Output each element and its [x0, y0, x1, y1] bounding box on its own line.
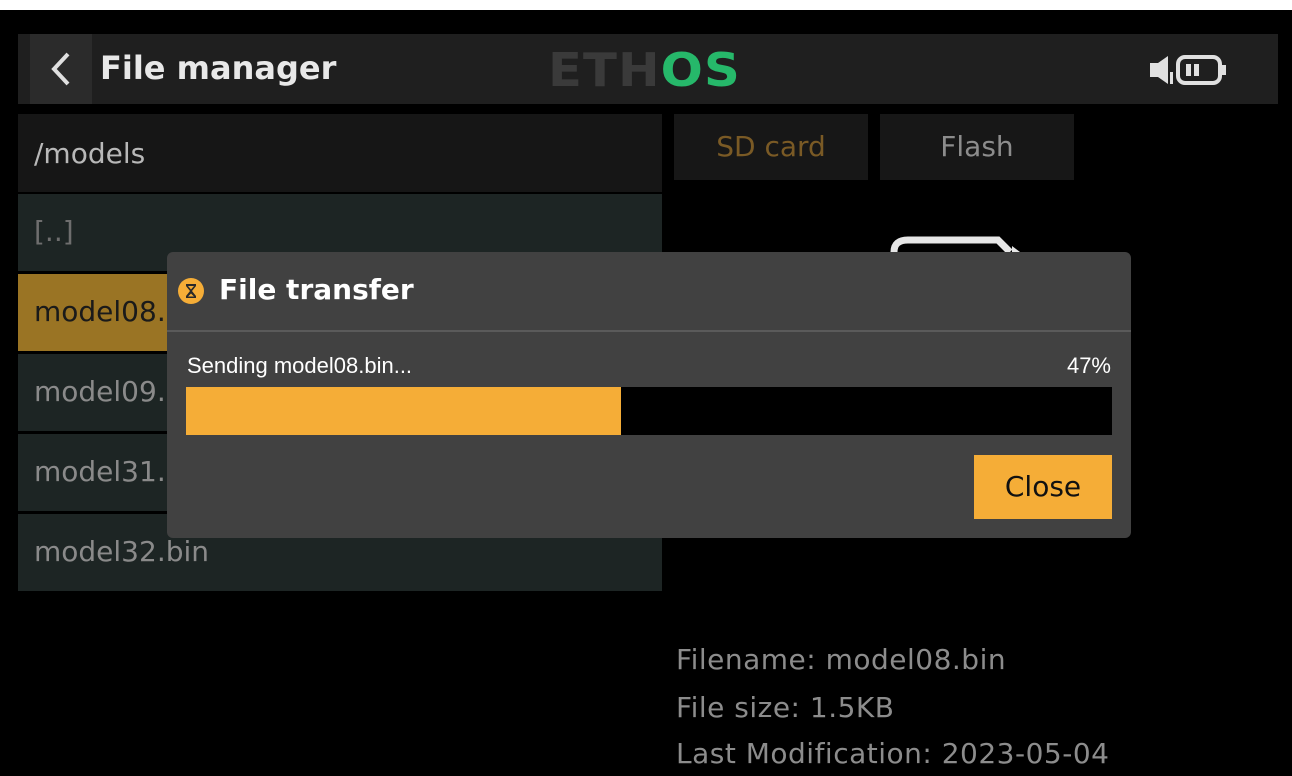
file-info-filename: Filename: model08.bin [676, 643, 1007, 676]
radio-screen: File manager ETHOS /models [..] model08.… [0, 10, 1292, 776]
tab-sd-card[interactable]: SD card [674, 114, 868, 180]
tab-flash[interactable]: Flash [880, 114, 1074, 180]
hourglass-icon [178, 278, 204, 304]
file-info-size: File size: 1.5KB [676, 691, 895, 724]
status-icons [1148, 54, 1258, 86]
title-bar: File manager ETHOS [18, 34, 1278, 104]
page-title: File manager [100, 49, 337, 87]
dialog-title: File transfer [219, 273, 414, 306]
speaker-icon[interactable] [1150, 56, 1173, 84]
dialog-header: File transfer [167, 252, 1131, 332]
current-path: /models [34, 137, 146, 170]
file-info-modified: Last Modification: 2023-05-04 [676, 737, 1110, 770]
chevron-left-icon [51, 52, 70, 86]
transfer-percent: 47% [1066, 353, 1111, 378]
file-transfer-dialog: File transfer Sending model08.bin... 47%… [167, 252, 1131, 538]
progress-fill [186, 387, 622, 435]
path-bar: /models [18, 114, 662, 192]
battery-icon [1176, 55, 1226, 85]
close-button[interactable]: Close [974, 455, 1112, 519]
list-item-label: [..] [34, 215, 74, 248]
progress-bar [186, 387, 1112, 435]
list-item-label: model32.bin [34, 535, 210, 568]
back-button[interactable] [30, 34, 92, 104]
transfer-status: Sending model08.bin... [187, 353, 413, 378]
ethos-logo: ETHOS [548, 43, 741, 97]
